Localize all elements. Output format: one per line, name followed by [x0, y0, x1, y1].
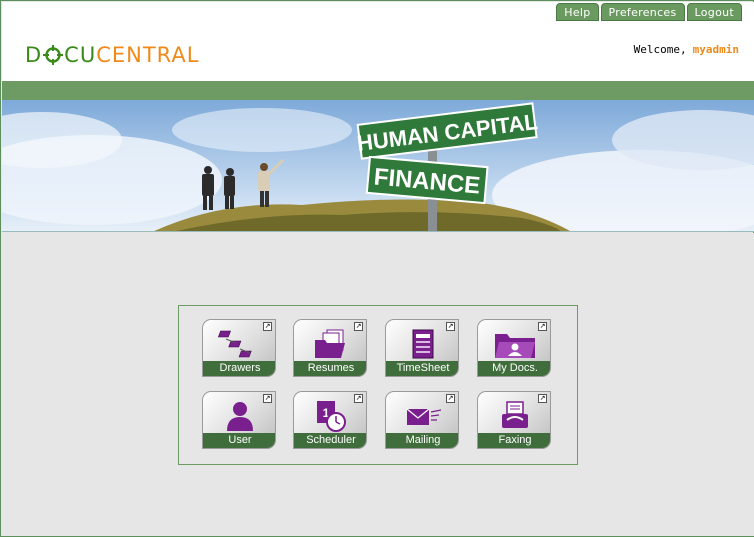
welcome-text: Welcome, — [633, 43, 687, 56]
scheduler-label: Scheduler — [294, 433, 366, 448]
preferences-link[interactable]: Preferences — [600, 3, 685, 21]
mailing-tile[interactable]: ↗ Mailing — [385, 391, 459, 449]
resumes-tile[interactable]: ↗ Resumes — [293, 319, 367, 377]
my-docs-tile[interactable]: ↗ My Docs. — [477, 319, 551, 377]
user-icon — [203, 396, 275, 436]
folder-documents-icon — [294, 324, 366, 364]
timesheet-tile[interactable]: ↗ TimeSheet — [385, 319, 459, 377]
logo-word-2: CENTRAL — [96, 43, 200, 67]
module-panel: ↗ Drawers ↗ Resumes ↗ TimeSheet ↗ My Doc… — [178, 305, 578, 465]
logo-word-1: CU — [64, 43, 97, 67]
user-label: User — [203, 433, 275, 448]
fax-icon — [478, 396, 550, 436]
envelope-icon — [386, 396, 458, 436]
top-links: Help Preferences Logout — [556, 3, 742, 21]
user-tile[interactable]: ↗ User — [202, 391, 276, 449]
calendar-clock-icon: 1 — [294, 396, 366, 436]
username: myadmin — [692, 43, 739, 56]
crosshair-icon — [43, 45, 64, 65]
main-area: ↗ Drawers ↗ Resumes ↗ TimeSheet ↗ My Doc… — [2, 233, 754, 536]
docucentral-logo: D CUCENTRAL — [25, 43, 200, 67]
faxing-label: Faxing — [478, 433, 550, 448]
banner-image: HUMAN CAPITAL FINANCE — [2, 100, 754, 232]
app-frame: D CUCENTRAL Welcome, myadmin Help Preferen… — [0, 0, 754, 537]
mailing-label: Mailing — [386, 433, 458, 448]
resumes-label: Resumes — [294, 361, 366, 376]
drawers-label: Drawers — [203, 361, 275, 376]
nav-bar — [2, 81, 754, 100]
drawers-icon — [203, 324, 275, 364]
my-docs-label: My Docs. — [478, 361, 550, 376]
timesheet-label: TimeSheet — [386, 361, 458, 376]
help-link[interactable]: Help — [556, 3, 599, 21]
logo-letter: D — [25, 43, 43, 67]
logout-link[interactable]: Logout — [686, 3, 742, 21]
user-folder-icon — [478, 324, 550, 364]
faxing-tile[interactable]: ↗ Faxing — [477, 391, 551, 449]
drawers-tile[interactable]: ↗ Drawers — [202, 319, 276, 377]
welcome-message: Welcome, myadmin — [634, 43, 739, 56]
scheduler-tile[interactable]: ↗ 1 Scheduler — [293, 391, 367, 449]
timesheet-icon — [386, 324, 458, 364]
